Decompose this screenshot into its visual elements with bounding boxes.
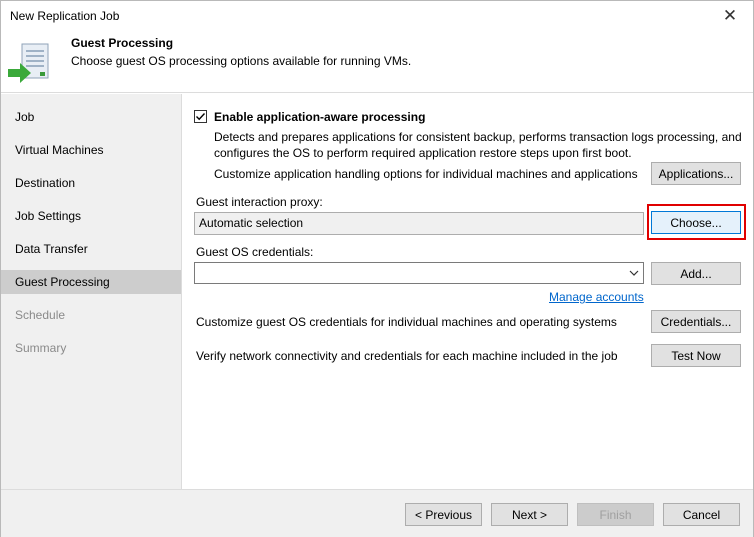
customize-creds-text: Customize guest OS credentials for indiv… (196, 315, 617, 329)
sidebar-item-virtual-machines[interactable]: Virtual Machines (1, 138, 181, 162)
sidebar-item-summary: Summary (15, 341, 67, 355)
wizard-footer: < Previous Next > Finish Cancel (1, 489, 753, 537)
sidebar-item-job[interactable]: Job (1, 105, 181, 129)
page-title: Guest Processing (71, 36, 174, 50)
finish-button: Finish (577, 503, 654, 526)
credentials-dropdown[interactable] (194, 262, 644, 284)
page-subtitle: Choose guest OS processing options avail… (71, 54, 412, 68)
verify-text: Verify network connectivity and credenti… (196, 349, 618, 363)
checkmark-icon (196, 113, 206, 121)
cancel-button[interactable]: Cancel (663, 503, 740, 526)
sidebar-item-job-settings[interactable]: Job Settings (1, 204, 181, 228)
applications-button[interactable]: Applications... (651, 162, 741, 185)
chevron-down-icon (629, 270, 639, 276)
app-aware-checkbox[interactable] (194, 110, 207, 123)
sidebar-item-data-transfer[interactable]: Data Transfer (1, 237, 181, 261)
title-bar: New Replication Job ✕ (1, 1, 753, 31)
previous-button[interactable]: < Previous (405, 503, 482, 526)
add-credentials-button[interactable]: Add... (651, 262, 741, 285)
app-aware-description: Detects and prepares applications for co… (214, 130, 742, 160)
wizard-header: Guest Processing Choose guest OS process… (1, 31, 753, 93)
next-button[interactable]: Next > (491, 503, 568, 526)
proxy-field[interactable]: Automatic selection (194, 212, 644, 235)
wizard-window: New Replication Job ✕ Guest Processing C… (0, 0, 754, 537)
credentials-button[interactable]: Credentials... (651, 310, 741, 333)
app-aware-label[interactable]: Enable application-aware processing (214, 110, 425, 124)
proxy-label: Guest interaction proxy: (196, 195, 323, 209)
manage-accounts-link[interactable]: Manage accounts (549, 290, 644, 304)
sidebar-item-destination[interactable]: Destination (1, 171, 181, 195)
customize-apps-text: Customize application handling options f… (214, 167, 638, 181)
wizard-steps-sidebar: Job Virtual Machines Destination Job Set… (1, 94, 182, 489)
close-icon: ✕ (722, 6, 738, 25)
sidebar-item-guest-processing[interactable]: Guest Processing (1, 270, 181, 294)
window-title: New Replication Job (10, 9, 120, 23)
replication-job-icon (8, 43, 49, 83)
sidebar-item-schedule: Schedule (15, 308, 66, 322)
highlight-frame (647, 204, 746, 240)
close-button[interactable]: ✕ (707, 1, 753, 31)
credentials-label: Guest OS credentials: (196, 245, 314, 259)
test-now-button[interactable]: Test Now (651, 344, 741, 367)
